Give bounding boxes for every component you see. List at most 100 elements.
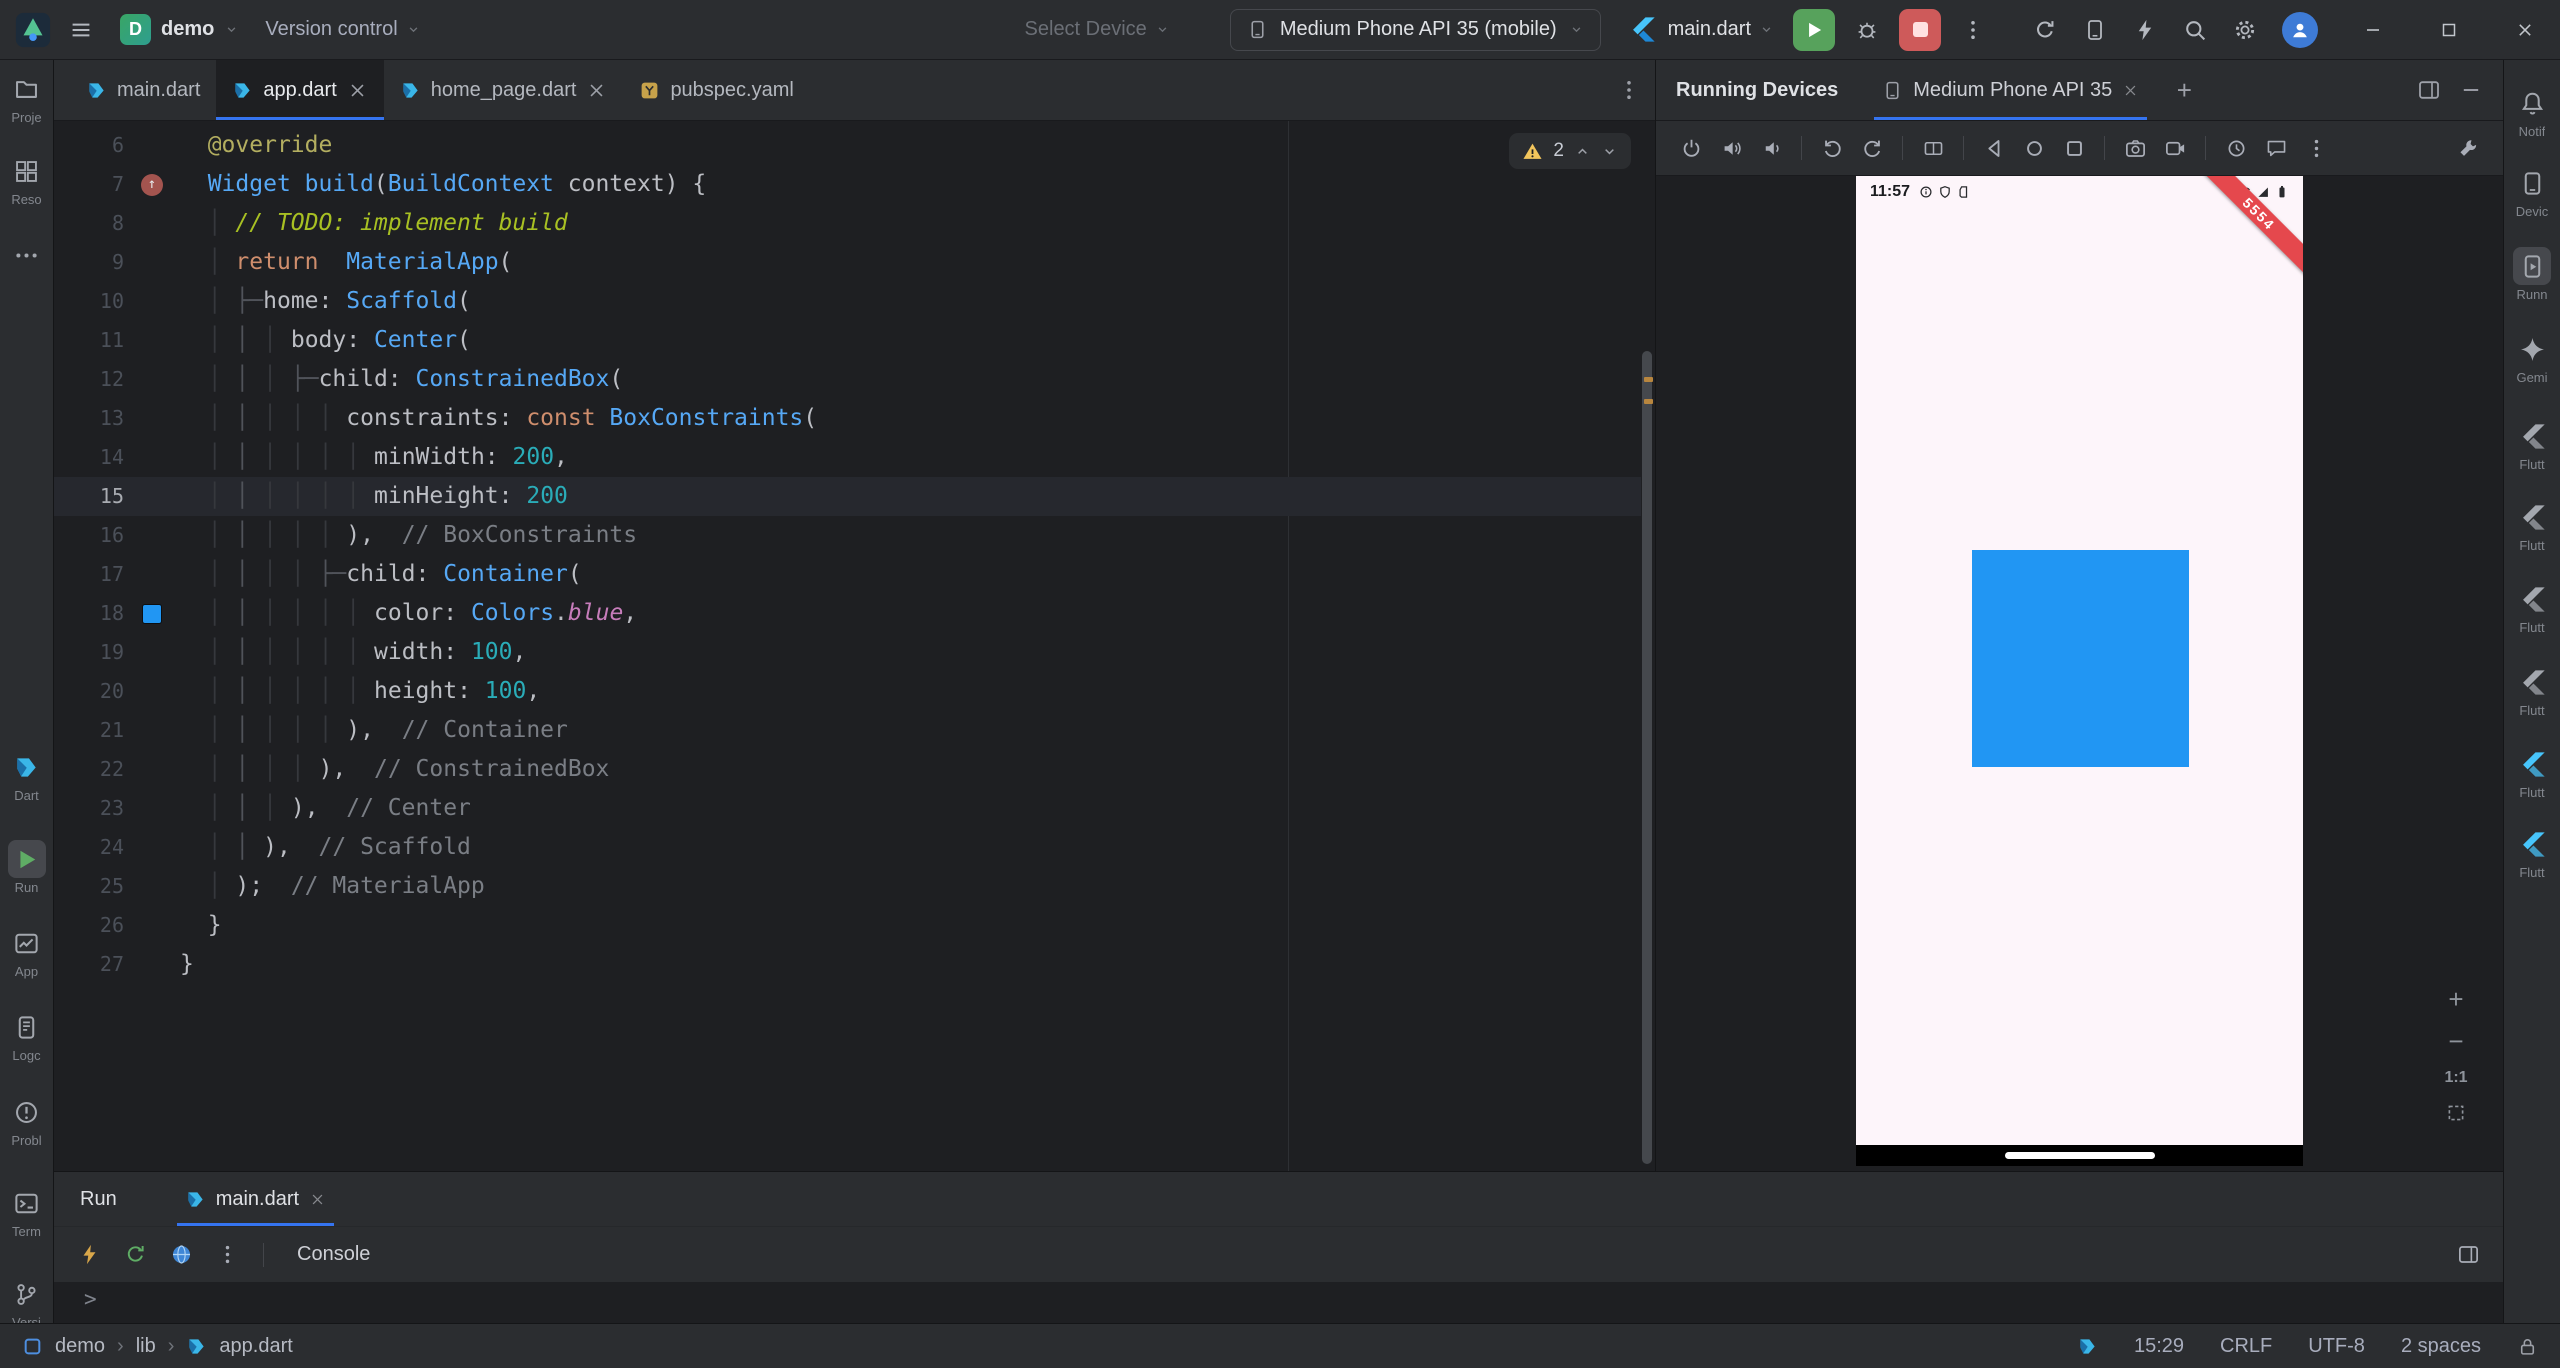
rotate-left-button[interactable] (1813, 129, 1851, 167)
volume-down-button[interactable] (1752, 129, 1790, 167)
editor-tab-home_page.dart[interactable]: home_page.dart (384, 60, 624, 120)
close-icon[interactable] (347, 80, 368, 101)
code-line-13[interactable]: 13 │ │ │ │ │ constraints: const BoxConst… (54, 399, 1641, 438)
tool-stripe-flutter-tool-1[interactable]: Flutt (2504, 417, 2560, 472)
avatar[interactable] (2282, 11, 2318, 48)
code-line-26[interactable]: 26 } (54, 906, 1641, 945)
tool-stripe-problems[interactable]: Probl (0, 1093, 53, 1148)
project-widget[interactable]: D demo (110, 8, 249, 51)
tool-stripe-flutter-tool-6[interactable]: Flutt (2504, 825, 2560, 880)
search-everywhere-button[interactable] (2172, 8, 2218, 52)
tab-options-icon[interactable] (1617, 78, 1641, 102)
volume-up-button[interactable] (1712, 129, 1750, 167)
code-line-14[interactable]: 14 │ │ │ │ │ │ minWidth: 200, (54, 438, 1641, 477)
tool-stripe-dart-analysis[interactable]: Dart (0, 748, 53, 803)
code-line-19[interactable]: 19 │ │ │ │ │ │ width: 100, (54, 633, 1641, 672)
editor-tab-app.dart[interactable]: app.dart (216, 60, 385, 120)
code-line-10[interactable]: 10 │ ├─home: Scaffold( (54, 282, 1641, 321)
fold-button[interactable] (1914, 129, 1952, 167)
editor-scrollbar[interactable] (1641, 121, 1653, 1171)
warning-stripe-mark[interactable] (1644, 399, 1653, 404)
file-encoding[interactable]: UTF-8 (2308, 1335, 2365, 1358)
hot-restart-button[interactable] (116, 1236, 154, 1274)
hot-reload-button[interactable] (70, 1236, 108, 1274)
close-icon[interactable] (586, 80, 607, 101)
warning-stripe-mark[interactable] (1644, 377, 1653, 382)
overview-button[interactable] (2055, 129, 2093, 167)
minimize-button[interactable] (2338, 0, 2408, 59)
code-line-8[interactable]: 8 │ // TODO: implement build (54, 204, 1641, 243)
tool-stripe-more-tool-windows[interactable] (0, 236, 53, 274)
power-button[interactable] (1672, 129, 1710, 167)
hardware-settings-button[interactable] (2449, 129, 2487, 167)
code-line-11[interactable]: 11 │ │ │ body: Center( (54, 321, 1641, 360)
code-editor[interactable]: 6 @override 7 ↑ Widget build(BuildContext … (54, 121, 1655, 1171)
close-icon[interactable] (2122, 82, 2139, 99)
input-button[interactable] (2257, 129, 2295, 167)
breadcrumb-project[interactable]: demo (55, 1335, 105, 1358)
more-button[interactable] (2297, 129, 2335, 167)
code-line-25[interactable]: 25 │ ); // MaterialApp (54, 867, 1641, 906)
screenshot-button[interactable] (2116, 129, 2154, 167)
caret-position[interactable]: 15:29 (2134, 1335, 2184, 1358)
tool-stripe-project[interactable]: Proje (0, 70, 53, 125)
code-line-27[interactable]: 27} (54, 945, 1641, 984)
layout-icon[interactable] (2417, 78, 2441, 102)
screen-record-button[interactable] (2156, 129, 2194, 167)
breadcrumb[interactable]: demo › lib › app.dart (22, 1335, 293, 1358)
editor-tab-pubspec.yaml[interactable]: pubspec.yaml (623, 60, 809, 120)
stop-button[interactable] (1899, 8, 1941, 51)
editor-tab-main.dart[interactable]: main.dart (70, 60, 216, 120)
code-line-24[interactable]: 24 │ │ ), // Scaffold (54, 828, 1641, 867)
run-config-selector[interactable]: main.dart (1668, 18, 1774, 41)
close-button[interactable] (2490, 0, 2560, 59)
code-line-15[interactable]: 15 │ │ │ │ │ │ minHeight: 200 (54, 477, 1641, 516)
code-line-9[interactable]: 9 │ return MaterialApp( (54, 243, 1641, 282)
debug-button[interactable] (1844, 8, 1890, 52)
tool-stripe-gemini[interactable]: Gemi (2504, 330, 2560, 385)
tool-stripe-flutter-tool-2[interactable]: Flutt (2504, 498, 2560, 553)
add-device-button[interactable]: + (2167, 75, 2201, 106)
prev-warning-icon[interactable] (1574, 143, 1591, 160)
emulator-screen[interactable]: 11:57 3G 5554 (1856, 176, 2303, 1166)
zoom-out-button[interactable]: − (2439, 1028, 2473, 1054)
code-line-16[interactable]: 16 │ │ │ │ │ ), // BoxConstraints (54, 516, 1641, 555)
maximize-button[interactable] (2414, 0, 2484, 59)
device-selector[interactable]: Medium Phone API 35 (mobile) (1229, 8, 1601, 51)
override-gutter-icon[interactable]: ↑ (141, 173, 163, 196)
tool-stripe-running-devices[interactable]: Runn (2504, 247, 2560, 302)
tool-stripe-run[interactable]: Run (0, 840, 53, 895)
tool-stripe-app-quality-insights[interactable]: App (0, 924, 53, 979)
tool-stripe-notifications[interactable]: Notif (2504, 84, 2560, 139)
tool-stripe-flutter-tool-3[interactable]: Flutt (2504, 580, 2560, 635)
vcs-widget[interactable]: Version control (255, 12, 430, 47)
settings-button[interactable] (2222, 8, 2268, 52)
code-line-22[interactable]: 22 │ │ │ │ ), // ConstrainedBox (54, 750, 1641, 789)
zoom-in-button[interactable]: + (2439, 986, 2473, 1012)
code-line-6[interactable]: 6 @override (54, 126, 1641, 165)
tool-stripe-flutter-tool-4[interactable]: Flutt (2504, 663, 2560, 718)
lock-icon[interactable] (2517, 1336, 2538, 1357)
close-icon[interactable] (309, 1191, 326, 1208)
code-line-20[interactable]: 20 │ │ │ │ │ │ height: 100, (54, 672, 1641, 711)
run-button[interactable] (1793, 8, 1835, 51)
layout-settings-button[interactable] (2449, 1236, 2487, 1274)
tool-stripe-device-manager[interactable]: Devic (2504, 164, 2560, 219)
code-line-17[interactable]: 17 │ │ │ │ ├─child: Container( (54, 555, 1641, 594)
main-menu-button[interactable] (58, 8, 104, 52)
snapshots-button[interactable] (2217, 129, 2255, 167)
profiler-button[interactable] (2122, 8, 2168, 52)
dart-analysis-icon[interactable] (2077, 1336, 2098, 1357)
device-manager-button[interactable] (2072, 8, 2118, 52)
code-line-18[interactable]: 18 │ │ │ │ │ │ color: Colors.blue, (54, 594, 1641, 633)
tool-stripe-flutter-tool-5[interactable]: Flutt (2504, 745, 2560, 800)
run-console[interactable]: > (54, 1282, 2503, 1323)
code-line-7[interactable]: 7 ↑ Widget build(BuildContext context) { (54, 165, 1641, 204)
scrollbar-thumb[interactable] (1642, 351, 1652, 1164)
code-line-21[interactable]: 21 │ │ │ │ │ ), // Container (54, 711, 1641, 750)
tool-stripe-resource-manager[interactable]: Reso (0, 152, 53, 207)
rotate-right-button[interactable] (1853, 129, 1891, 167)
hide-panel-icon[interactable] (2459, 78, 2483, 102)
line-separator[interactable]: CRLF (2220, 1335, 2272, 1358)
tool-stripe-logcat[interactable]: Logc (0, 1008, 53, 1063)
